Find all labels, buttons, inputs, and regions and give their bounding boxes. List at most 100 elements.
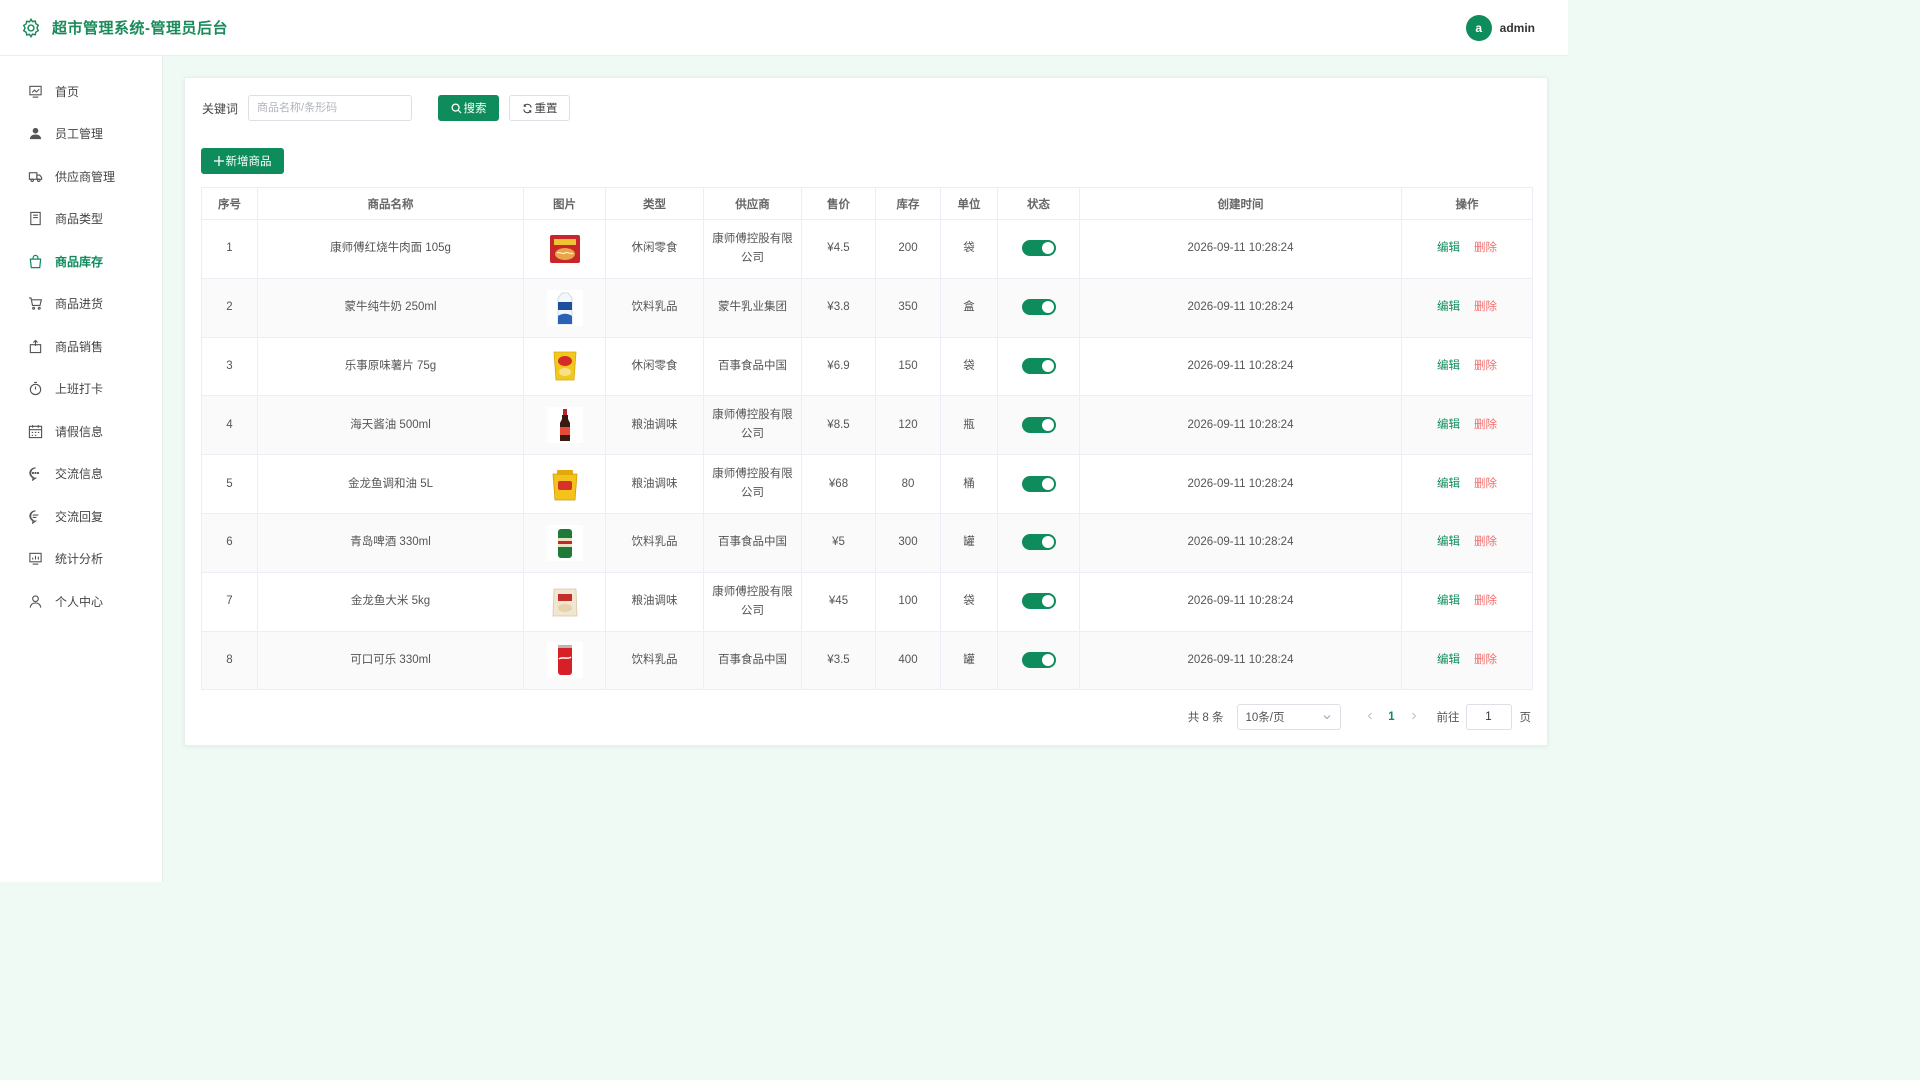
status-toggle[interactable] [1021,593,1056,610]
add-product-button[interactable]: 新增商品 [201,148,284,174]
cell-status [997,219,1080,279]
cell-actions: 编辑 删除 [1401,277,1533,338]
chevron-down-icon [1323,715,1330,720]
status-toggle[interactable] [1021,475,1056,492]
calendar-icon [28,424,43,438]
cell-name: 青岛啤酒 330ml [257,512,524,573]
edit-link[interactable]: 编辑 [1437,478,1460,490]
brand: 超市管理系统-管理员后台 [20,17,228,39]
app-title: 超市管理系统-管理员后台 [52,20,228,37]
avatar[interactable]: a [1465,14,1492,41]
chart-icon [29,553,42,565]
delete-link[interactable]: 删除 [1474,478,1497,490]
cell-unit: 瓶 [940,395,998,456]
column-header: 创建时间 [1079,187,1402,220]
edit-link[interactable]: 编辑 [1437,654,1460,666]
cell-created: 2026-09-11 10:28:24 [1079,395,1402,456]
sidebar-item-staff[interactable]: 员工管理 [0,113,162,156]
cell-image [523,395,606,456]
edit-link[interactable]: 编辑 [1437,360,1460,372]
cell-image [523,454,606,514]
cell-category: 粮油调味 [605,395,704,456]
cell-price: ¥3.8 [801,277,876,338]
cell-unit: 袋 [940,219,998,279]
cell-supplier: 康师傅控股有限公司 [703,571,802,632]
edit-link[interactable]: 编辑 [1437,595,1460,607]
edit-link[interactable]: 编辑 [1437,242,1460,254]
delete-link[interactable]: 删除 [1474,301,1497,313]
cart-icon [28,297,43,310]
notebook-icon [30,212,41,226]
chips-bag-image [553,352,576,381]
search-button[interactable]: 搜索 [438,95,500,121]
edit-link[interactable]: 编辑 [1437,536,1460,548]
table-header-row: 序号 商品名称 图片 类型 供应商 售价 库存 单位 状态 创建时间 操作 [201,187,1533,220]
cell-status [997,630,1080,691]
column-header: 供应商 [703,187,802,220]
sidebar-item-label: 员工管理 [55,127,104,142]
cell-index: 7 [201,571,258,632]
sidebar-item-leave[interactable]: 请假信息 [0,410,162,453]
sidebar-item-checkin[interactable]: 上班打卡 [0,368,162,411]
status-toggle[interactable] [1021,534,1056,551]
reset-button[interactable]: 重置 [509,95,571,121]
page-number[interactable]: 1 [1377,711,1407,723]
sidebar-item-messages[interactable]: 交流信息 [0,453,162,496]
status-toggle[interactable] [1021,299,1056,316]
username[interactable]: admin [1500,21,1535,35]
cell-created: 2026-09-11 10:28:24 [1079,277,1402,338]
sidebar-item-label: 上班打卡 [55,382,104,397]
sidebar-item-replies[interactable]: 交流回复 [0,495,162,538]
delete-link[interactable]: 删除 [1474,360,1497,372]
refresh-icon [522,103,532,113]
cell-price: ¥6.9 [801,336,876,397]
sidebar-item-suppliers[interactable]: 供应商管理 [0,155,162,198]
sidebar-item-statistics[interactable]: 统计分析 [0,538,162,581]
search-input[interactable] [248,95,413,121]
cell-unit: 罐 [940,512,998,573]
column-header: 状态 [997,187,1080,220]
status-toggle[interactable] [1021,240,1056,257]
cell-name: 海天酱油 500ml [257,395,524,456]
delete-link[interactable]: 删除 [1474,595,1497,607]
cell-created: 2026-09-11 10:28:24 [1079,454,1402,514]
edit-link[interactable]: 编辑 [1437,301,1460,313]
table-row: 2 蒙牛纯牛奶 250ml 饮料乳品 蒙牛乳业集团 ¥3.8 350 盒 202… [201,277,1533,338]
cell-actions: 编辑 删除 [1401,336,1533,397]
delete-link[interactable]: 删除 [1474,536,1497,548]
user-menu[interactable]: a admin [1465,14,1548,41]
edit-link[interactable]: 编辑 [1437,419,1460,431]
sidebar-item-sales[interactable]: 商品销售 [0,325,162,368]
cell-unit: 袋 [940,336,998,397]
sidebar-item-label: 个人中心 [55,594,104,609]
status-toggle[interactable] [1021,651,1056,668]
soy-sauce-bottle-image [546,407,583,444]
cell-name: 可口可乐 330ml [257,630,524,691]
status-toggle[interactable] [1021,416,1056,433]
sidebar-item-home[interactable]: 首页 [0,70,162,113]
delete-link[interactable]: 删除 [1474,419,1497,431]
delete-link[interactable]: 删除 [1474,654,1497,666]
prev-page-button[interactable] [1363,711,1377,724]
sidebar-item-purchase[interactable]: 商品进货 [0,283,162,326]
page-size-select[interactable]: 10条/页 [1236,704,1341,730]
sidebar-item-inventory[interactable]: 商品库存 [0,240,162,283]
next-page-button[interactable] [1407,711,1421,724]
cell-status [997,512,1080,573]
sidebar-item-profile[interactable]: 个人中心 [0,580,162,623]
search-bar: 关键词 搜索 重置 [202,95,571,121]
cell-name: 金龙鱼大米 5kg [257,571,524,632]
table-row: 3 乐事原味薯片 75g 休闲零食 百事食品中国 ¥6.9 150 袋 2026… [201,336,1533,397]
cell-image [523,336,606,397]
cell-image [523,571,606,632]
status-toggle[interactable] [1021,357,1056,374]
table-row: 6 青岛啤酒 330ml 饮料乳品 百事食品中国 ¥5 300 罐 2026-0… [201,512,1533,573]
goto-page-input[interactable] [1465,704,1512,730]
column-header: 图片 [523,187,606,220]
sidebar-item-categories[interactable]: 商品类型 [0,198,162,241]
delete-link[interactable]: 删除 [1474,242,1497,254]
cell-price: ¥45 [801,571,876,632]
cell-index: 4 [201,395,258,456]
milk-carton-image [546,289,583,326]
cell-category: 休闲零食 [605,219,704,279]
